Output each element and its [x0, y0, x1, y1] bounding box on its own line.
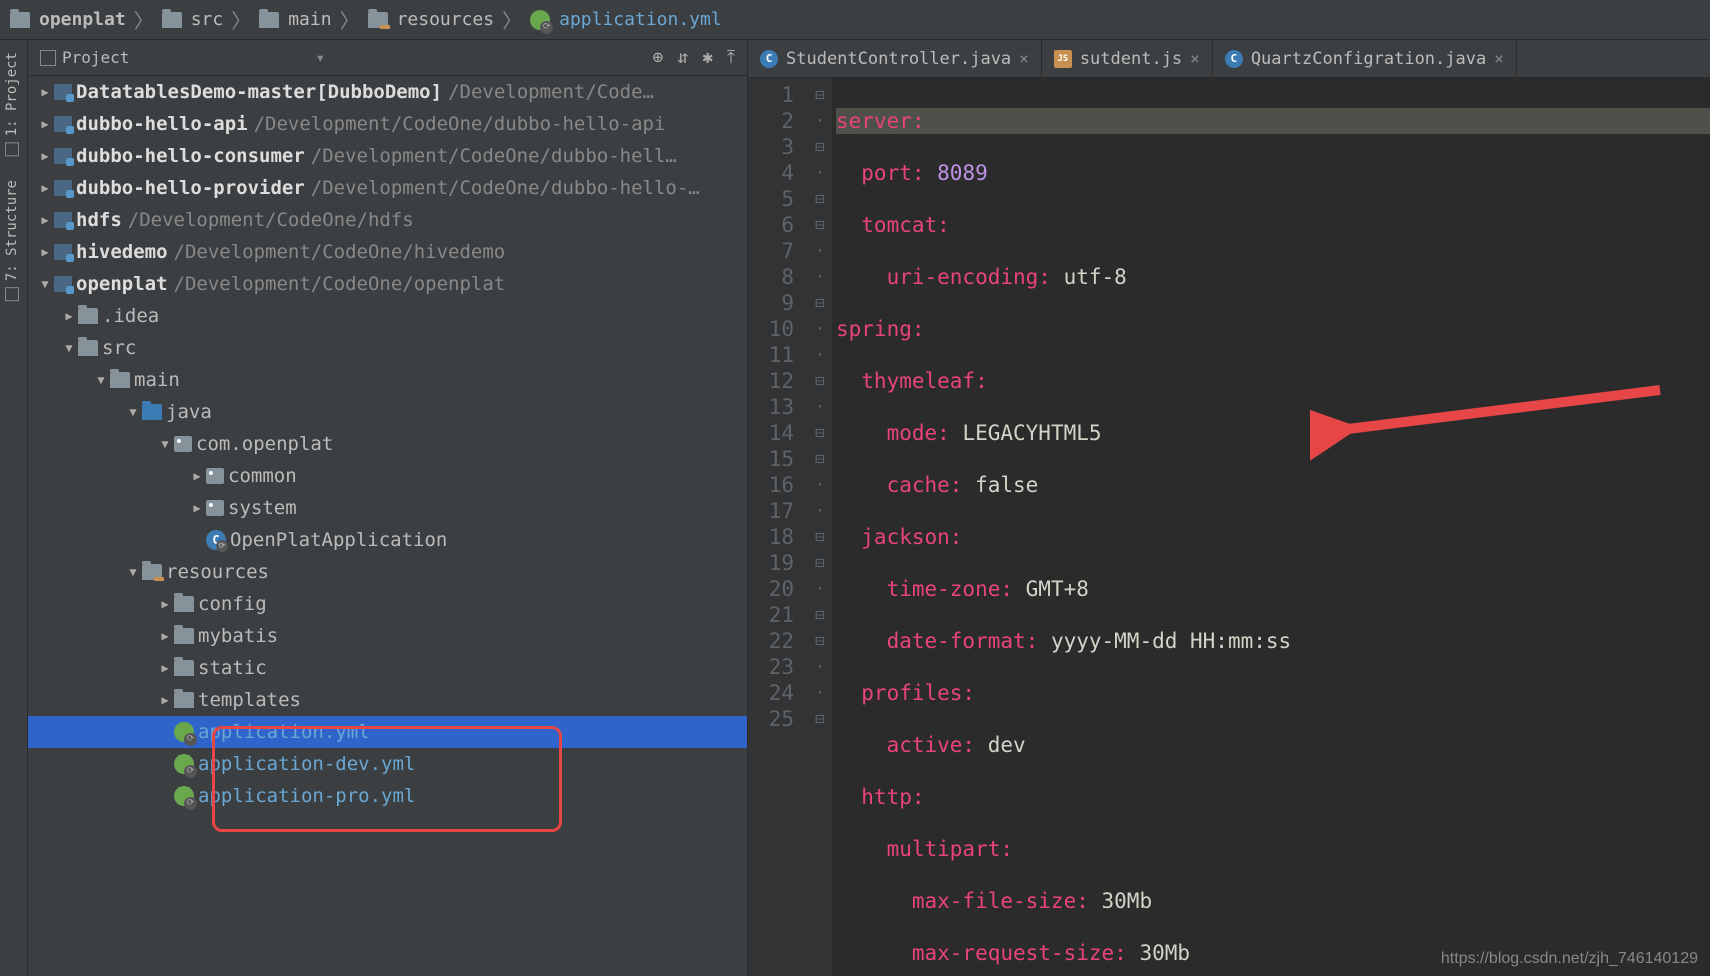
tool-icon [5, 287, 19, 301]
tree-node-application-yml[interactable]: application.yml [28, 716, 747, 748]
tree-node[interactable]: ▼com.openplat [28, 428, 747, 460]
yml-icon [174, 754, 194, 774]
collapse-icon[interactable]: ⇵ [677, 47, 688, 68]
tree-node[interactable]: ▶common [28, 460, 747, 492]
yml-icon [174, 786, 194, 806]
tab-project[interactable]: 1: Project [0, 40, 24, 168]
tree-node[interactable]: ▶config [28, 588, 747, 620]
chevron-right-icon: 〉 [340, 5, 360, 34]
tree-node-java[interactable]: ▼java [28, 396, 747, 428]
module-icon [54, 116, 72, 132]
crumb-openplat[interactable]: openplat [10, 9, 126, 30]
src-folder-icon [142, 404, 162, 420]
yml-icon [174, 722, 194, 742]
chevron-right-icon: 〉 [134, 5, 154, 34]
left-tool-tabs: 1: Project 7: Structure [0, 40, 28, 976]
hide-icon[interactable]: ⤒ [727, 47, 735, 68]
tree-node[interactable]: ▶hivedemo/Development/CodeOne/hivedemo [28, 236, 747, 268]
close-icon[interactable]: × [1019, 49, 1029, 68]
module-icon [54, 276, 72, 292]
folder-icon [174, 596, 194, 612]
project-panel: Project ▾ ⊕ ⇵ ✱ ⤒ ▶DatatablesDemo-master… [28, 40, 748, 976]
module-icon [54, 148, 72, 164]
project-panel-header: Project ▾ ⊕ ⇵ ✱ ⤒ [28, 40, 747, 76]
folder-icon [174, 692, 194, 708]
crumb-src[interactable]: src [162, 9, 224, 30]
crumb-resources[interactable]: resources [368, 9, 495, 30]
code-editor[interactable]: 1234567891011121314151617181920212223242… [748, 78, 1710, 976]
folder-icon [110, 372, 130, 388]
yml-icon [530, 10, 550, 30]
tab-quartz-config[interactable]: QuartzConfigration.java× [1213, 40, 1517, 77]
fold-gutter[interactable]: ⊟·⊟·⊟⊟··⊟··⊟·⊟⊟··⊟⊟·⊟⊟··⊟ [808, 78, 832, 976]
tree-node[interactable]: ▶templates [28, 684, 747, 716]
chevron-right-icon: 〉 [231, 5, 251, 34]
folder-icon [174, 628, 194, 644]
resources-folder-icon [142, 564, 162, 580]
tree-node-main[interactable]: ▼main [28, 364, 747, 396]
class-icon [760, 50, 778, 68]
class-run-icon [206, 530, 226, 550]
tool-icon [5, 142, 19, 156]
project-tree[interactable]: ▶DatatablesDemo-master [DubboDemo]/Devel… [28, 76, 747, 976]
tree-node[interactable]: ▶static [28, 652, 747, 684]
tree-node-src[interactable]: ▼src [28, 332, 747, 364]
panel-title: Project [62, 48, 129, 67]
folder-icon [78, 340, 98, 356]
close-icon[interactable]: × [1190, 49, 1200, 68]
tree-node[interactable]: OpenPlatApplication [28, 524, 747, 556]
tab-sutdent-js[interactable]: sutdent.js× [1042, 40, 1213, 77]
code-content[interactable]: server: port: 8089 tomcat: uri-encoding:… [832, 78, 1710, 976]
chevron-right-icon: 〉 [502, 5, 522, 34]
tree-node[interactable]: ▶.idea [28, 300, 747, 332]
tree-node[interactable]: application-dev.yml [28, 748, 747, 780]
module-icon [54, 212, 72, 228]
class-icon [1225, 50, 1243, 68]
tree-node[interactable]: ▶DatatablesDemo-master [DubboDemo]/Devel… [28, 76, 747, 108]
tree-node-resources[interactable]: ▼resources [28, 556, 747, 588]
line-gutter: 1234567891011121314151617181920212223242… [748, 78, 808, 976]
tree-node[interactable]: ▶dubbo-hello-consumer/Development/CodeOn… [28, 140, 747, 172]
tab-student-controller[interactable]: StudentController.java× [748, 40, 1042, 77]
folder-icon [10, 12, 30, 28]
js-icon [1054, 50, 1072, 68]
package-icon [206, 500, 224, 516]
module-icon [54, 244, 72, 260]
locate-icon[interactable]: ⊕ [653, 47, 664, 68]
folder-icon [259, 12, 279, 28]
package-icon [206, 468, 224, 484]
tree-node[interactable]: ▶mybatis [28, 620, 747, 652]
folder-icon [162, 12, 182, 28]
resources-folder-icon [368, 12, 388, 28]
module-icon [54, 84, 72, 100]
watermark: https://blog.csdn.net/zjh_746140129 [1441, 950, 1698, 968]
crumb-main[interactable]: main [259, 9, 331, 30]
tree-node[interactable]: ▶dubbo-hello-provider/Development/CodeOn… [28, 172, 747, 204]
tree-node-openplat[interactable]: ▼openplat/Development/CodeOne/openplat [28, 268, 747, 300]
gear-icon[interactable]: ✱ [702, 47, 713, 68]
folder-icon [78, 308, 98, 324]
editor-panel: StudentController.java× sutdent.js× Quar… [748, 40, 1710, 976]
tab-structure[interactable]: 7: Structure [0, 168, 24, 313]
chevron-down-icon[interactable]: ▾ [315, 48, 325, 67]
folder-icon [174, 660, 194, 676]
editor-tabs: StudentController.java× sutdent.js× Quar… [748, 40, 1710, 78]
package-icon [174, 436, 192, 452]
project-view-icon [40, 50, 56, 66]
module-icon [54, 180, 72, 196]
breadcrumb: openplat 〉 src 〉 main 〉 resources 〉 appl… [0, 0, 1710, 40]
tree-node[interactable]: ▶dubbo-hello-api/Development/CodeOne/dub… [28, 108, 747, 140]
close-icon[interactable]: × [1494, 49, 1504, 68]
crumb-application-yml[interactable]: application.yml [530, 9, 722, 30]
tree-node[interactable]: application-pro.yml [28, 780, 747, 812]
tree-node[interactable]: ▶system [28, 492, 747, 524]
tree-node[interactable]: ▶hdfs/Development/CodeOne/hdfs [28, 204, 747, 236]
